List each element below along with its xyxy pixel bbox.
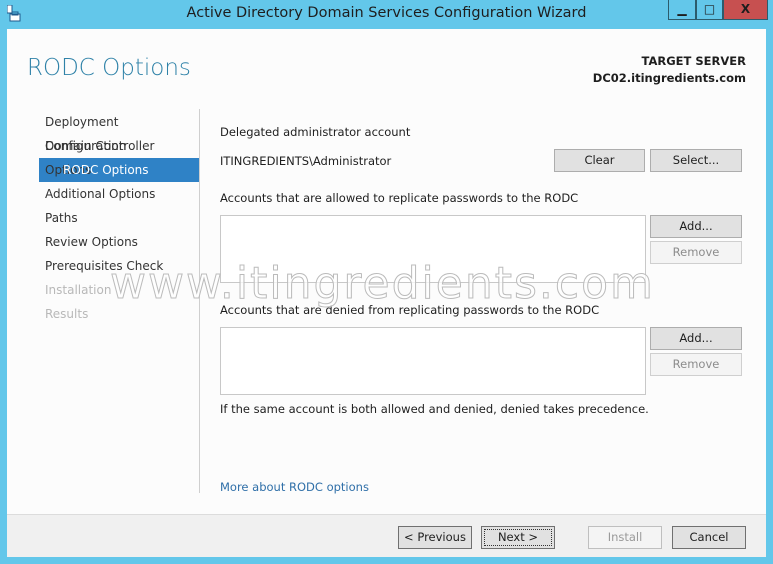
nav-item-domain-controller-options[interactable]: Domain Controller Options — [39, 134, 199, 177]
allowed-remove-button: Remove — [650, 241, 742, 264]
clear-button[interactable]: Clear — [554, 149, 645, 172]
nav-item-rodc-options[interactable]: RODC Options — [39, 158, 199, 182]
delegated-admin-label: Delegated administrator account — [220, 125, 411, 139]
page-title: RODC Options — [27, 55, 191, 81]
minimize-icon: ▁ — [677, 2, 687, 16]
title-bar: Active Directory Domain Services Configu… — [0, 0, 773, 29]
nav-item-additional-options[interactable]: Additional Options — [39, 182, 199, 206]
target-server-label: TARGET SERVER — [641, 54, 746, 68]
denied-accounts-label: Accounts that are denied from replicatin… — [220, 303, 600, 317]
more-about-rodc-link[interactable]: More about RODC options — [220, 480, 369, 494]
wizard-footer: < Previous Next > Install Cancel — [7, 514, 766, 557]
maximize-button[interactable]: □ — [696, 0, 723, 20]
delegated-admin-value: ITINGREDIENTS\Administrator — [220, 154, 392, 168]
allowed-accounts-label: Accounts that are allowed to replicate p… — [220, 191, 579, 205]
next-button[interactable]: Next > — [481, 526, 555, 549]
minimize-button[interactable]: ▁ — [668, 0, 696, 20]
target-server: TARGET SERVER DC02.itingredients.com — [593, 53, 746, 87]
nav-item-deployment-configuration[interactable]: Deployment Configuration — [39, 110, 199, 153]
allowed-accounts-list[interactable] — [220, 215, 646, 283]
previous-button[interactable]: < Previous — [398, 526, 472, 549]
denied-accounts-list[interactable] — [220, 327, 646, 395]
close-button[interactable]: X — [723, 0, 768, 20]
nav-item-review-options[interactable]: Review Options — [39, 230, 199, 254]
install-button: Install — [588, 526, 662, 549]
nav-item-paths[interactable]: Paths — [39, 206, 199, 230]
denied-remove-button: Remove — [650, 353, 742, 376]
cancel-button[interactable]: Cancel — [672, 526, 746, 549]
allowed-add-button[interactable]: Add... — [650, 215, 742, 238]
wizard-nav: Deployment Configuration Domain Controll… — [39, 110, 199, 326]
target-server-value: DC02.itingredients.com — [592, 71, 746, 85]
maximize-icon: □ — [703, 2, 716, 16]
nav-item-results: Results — [45, 307, 89, 321]
select-button[interactable]: Select... — [650, 149, 742, 172]
nav-item-prerequisites-check[interactable]: Prerequisites Check — [39, 254, 199, 278]
nav-item-installation: Installation — [45, 283, 112, 297]
window-title: Active Directory Domain Services Configu… — [186, 5, 587, 21]
wizard-content: RODC Options TARGET SERVER DC02.itingred… — [7, 29, 766, 557]
close-icon: X — [740, 2, 751, 16]
precedence-note: If the same account is both allowed and … — [220, 402, 649, 416]
denied-add-button[interactable]: Add... — [650, 327, 742, 350]
nav-divider — [199, 109, 200, 493]
